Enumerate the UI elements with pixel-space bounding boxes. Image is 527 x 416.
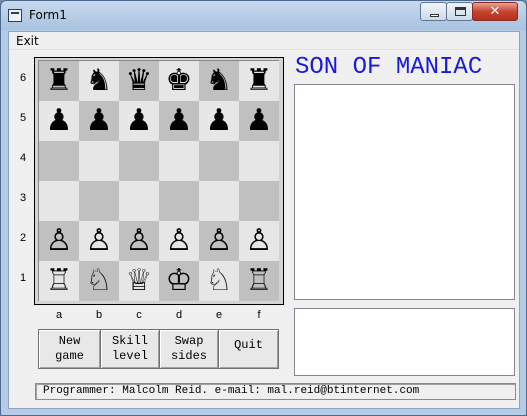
board-square-f4[interactable] (239, 141, 279, 181)
move-list-box[interactable] (294, 84, 515, 300)
rank-label: 4 (19, 152, 27, 164)
quit-button[interactable]: Quit (218, 329, 279, 369)
board-square-a1[interactable]: ♖ (39, 261, 79, 301)
file-label: a (55, 309, 63, 321)
board-square-d5[interactable]: ♟ (159, 101, 199, 141)
board-square-f2[interactable]: ♙ (239, 221, 279, 261)
close-button[interactable]: ✕ (472, 2, 518, 21)
board-square-e2[interactable]: ♙ (199, 221, 239, 261)
board-square-c1[interactable]: ♕ (119, 261, 159, 301)
skill-level-button[interactable]: Skill level (100, 329, 160, 369)
window-title: Form1 (29, 8, 67, 22)
board-square-c4[interactable] (119, 141, 159, 181)
board-square-a5[interactable]: ♟ (39, 101, 79, 141)
board-square-c2[interactable]: ♙ (119, 221, 159, 261)
status-bar: Programmer: Malcolm Reid. e-mail: mal.re… (35, 383, 516, 400)
board-square-f6[interactable]: ♜ (239, 61, 279, 101)
board-square-e5[interactable]: ♟ (199, 101, 239, 141)
chess-board: ♜ ♞ ♛ ♚ ♞ ♜ ♟ ♟ ♟ ♟ ♟ ♟ ♙ ♙ ♙ ♙ ♙ ♙ ♖ ♘ ♕ ♔ ♘ ♖ (38, 60, 279, 301)
board-square-e1[interactable]: ♘ (199, 261, 239, 301)
board-square-b4[interactable] (79, 141, 119, 181)
board-square-d6[interactable]: ♚ (159, 61, 199, 101)
board-square-a3[interactable] (39, 181, 79, 221)
close-icon: ✕ (489, 4, 501, 19)
game-title: SON OF MANIAC (295, 54, 483, 81)
rank-label: 2 (19, 232, 27, 244)
board-square-a6[interactable]: ♜ (39, 61, 79, 101)
title-bar[interactable]: Form1 ✕ (1, 1, 526, 31)
minimize-button[interactable] (420, 2, 447, 21)
board-square-b1[interactable]: ♘ (79, 261, 119, 301)
board-square-c6[interactable]: ♛ (119, 61, 159, 101)
board-square-e4[interactable] (199, 141, 239, 181)
maximize-button[interactable] (446, 2, 473, 21)
chess-board-frame: ♜ ♞ ♛ ♚ ♞ ♜ ♟ ♟ ♟ ♟ ♟ ♟ ♙ ♙ ♙ ♙ ♙ ♙ ♖ ♘ ♕ ♔ ♘ ♖ (34, 57, 284, 305)
message-box[interactable] (294, 308, 515, 376)
board-square-a2[interactable]: ♙ (39, 221, 79, 261)
maximize-icon (455, 7, 466, 16)
file-label: c (136, 309, 142, 321)
file-label: f (257, 309, 261, 321)
menu-bar: Exit (9, 32, 519, 50)
board-square-c5[interactable]: ♟ (119, 101, 159, 141)
board-square-d4[interactable] (159, 141, 199, 181)
board-square-b6[interactable]: ♞ (79, 61, 119, 101)
board-square-b2[interactable]: ♙ (79, 221, 119, 261)
board-square-e3[interactable] (199, 181, 239, 221)
minimize-icon (430, 14, 439, 17)
board-square-e6[interactable]: ♞ (199, 61, 239, 101)
board-square-b5[interactable]: ♟ (79, 101, 119, 141)
rank-label: 3 (19, 192, 27, 204)
menu-exit[interactable]: Exit (16, 34, 39, 48)
board-square-f5[interactable]: ♟ (239, 101, 279, 141)
file-label: d (175, 309, 183, 321)
board-square-d3[interactable] (159, 181, 199, 221)
file-label: e (215, 309, 223, 321)
board-square-d1[interactable]: ♔ (159, 261, 199, 301)
file-label: b (95, 309, 103, 321)
swap-sides-button[interactable]: Swap sides (159, 329, 219, 369)
board-square-b3[interactable] (79, 181, 119, 221)
app-window: Form1 ✕ Exit 654321 abcdef ♜ ♞ ♛ ♚ ♞ ♜ ♟ ♟ ♟ ♟ ♟ ♟ ♙… (0, 0, 527, 416)
rank-label: 6 (19, 72, 27, 84)
client-area: Exit 654321 abcdef ♜ ♞ ♛ ♚ ♞ ♜ ♟ ♟ ♟ ♟ ♟ ♟ ♙ ♙ ♙ ♙ ♙ ♙ ♖ ♘ ♕… (8, 31, 520, 409)
board-square-d2[interactable]: ♙ (159, 221, 199, 261)
board-square-f3[interactable] (239, 181, 279, 221)
new-game-button[interactable]: New game (38, 329, 101, 369)
board-square-a4[interactable] (39, 141, 79, 181)
rank-label: 1 (19, 272, 27, 284)
board-square-f1[interactable]: ♖ (239, 261, 279, 301)
app-icon[interactable] (8, 9, 22, 22)
rank-label: 5 (19, 112, 27, 124)
board-square-c3[interactable] (119, 181, 159, 221)
